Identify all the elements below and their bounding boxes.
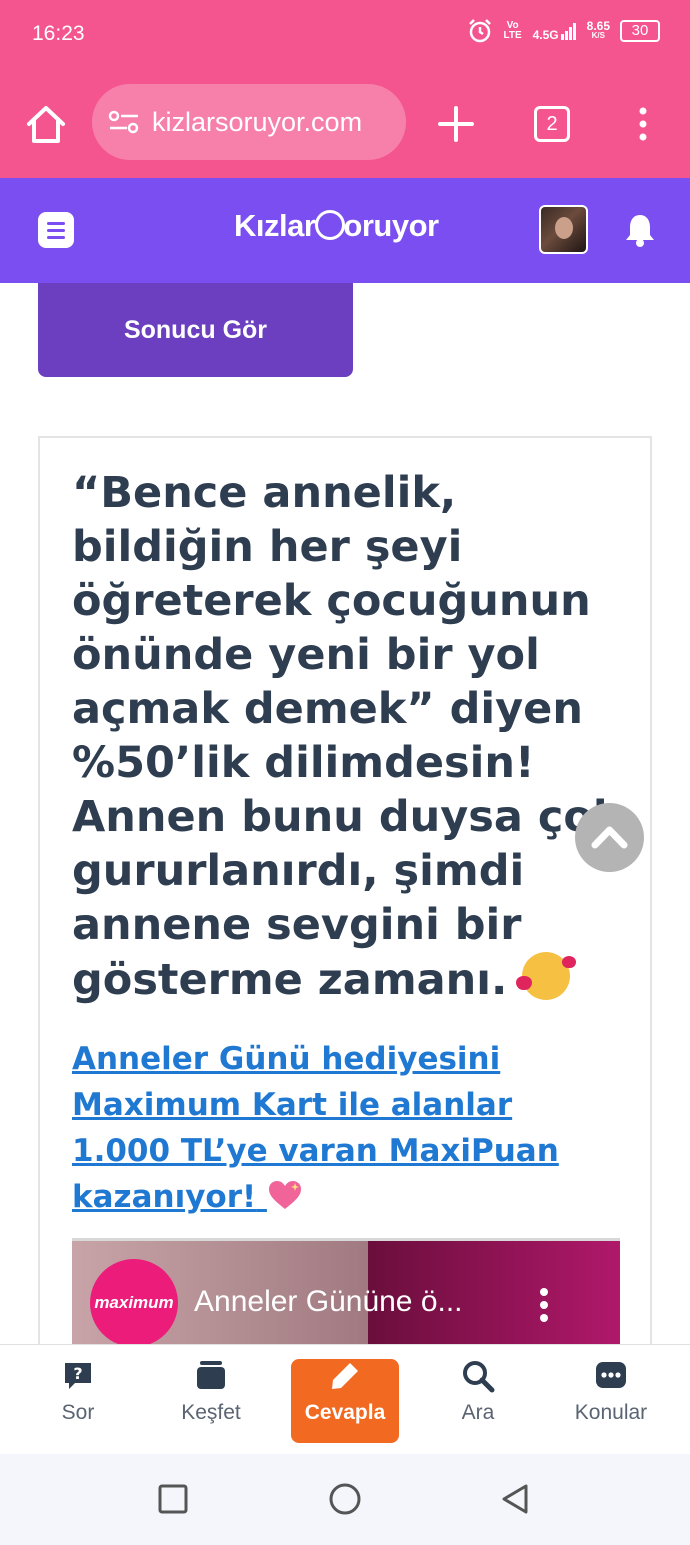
bottom-nav: ? Sor Keşfet Cevapla Ara Konular — [0, 1344, 690, 1454]
home-circle-icon[interactable] — [328, 1482, 362, 1516]
status-icons: Vo LTE 4.5G 8.65 K/S 30 — [467, 18, 660, 44]
browser-toolbar: kizlarsoruyor.com 2 — [0, 70, 690, 178]
channel-logo[interactable]: maximum — [90, 1259, 178, 1347]
system-navigation-bar — [0, 1454, 690, 1545]
result-quote: “Bence annelik, bildiğin her şeyi öğrete… — [72, 468, 622, 1005]
promo-link[interactable]: Anneler Günü hediyesini Maximum Kart ile… — [72, 1036, 612, 1220]
nav-item-kesfet[interactable]: Keşfet — [151, 1359, 271, 1443]
cards-icon — [197, 1361, 225, 1389]
site-settings-icon[interactable] — [108, 109, 140, 135]
signal-icon — [560, 23, 576, 40]
nav-item-cevapla[interactable]: Cevapla — [291, 1359, 399, 1443]
question-bubble-icon: ? — [65, 1363, 91, 1389]
speed-indicator: 8.65 K/S — [586, 19, 610, 40]
sparkling-heart-icon — [268, 1181, 301, 1209]
result-card: “Bence annelik, bildiğin her şeyi öğrete… — [38, 436, 652, 1396]
smiling-face-hearts-icon — [516, 952, 577, 1000]
logo-ring-icon — [315, 210, 346, 240]
alarm-icon — [468, 19, 491, 43]
nav-item-sor[interactable]: ? Sor — [18, 1359, 138, 1443]
scroll-top-button[interactable] — [575, 803, 644, 872]
bell-icon[interactable] — [624, 212, 656, 248]
chevron-up-icon — [591, 826, 628, 849]
url-text: kizlarsoruyor.com — [152, 106, 363, 137]
tab-switcher-button[interactable]: 2 — [534, 106, 570, 142]
nav-item-ara[interactable]: Ara — [418, 1359, 538, 1443]
search-icon — [463, 1361, 495, 1393]
site-header: Kızlar oruyor — [0, 178, 690, 283]
pencil-icon — [332, 1363, 358, 1389]
back-icon[interactable] — [498, 1482, 532, 1516]
svg-text:?: ? — [73, 1364, 82, 1383]
battery-indicator: 30 — [620, 20, 660, 42]
volte-indicator: Vo LTE — [503, 20, 522, 41]
site-logo[interactable]: Kızlar oruyor — [234, 208, 439, 244]
avatar[interactable] — [539, 205, 588, 254]
more-vert-icon[interactable] — [630, 106, 656, 142]
status-time: 16:23 — [32, 22, 85, 45]
network-indicator: 4.5G — [533, 22, 577, 41]
recents-icon[interactable] — [156, 1482, 190, 1516]
nav-item-konular[interactable]: Konular — [551, 1359, 671, 1443]
chat-dots-icon — [596, 1362, 626, 1388]
menu-icon[interactable] — [38, 212, 74, 248]
status-bar: 16:23 Vo LTE 4.5G 8.65 K/S 30 — [0, 0, 690, 70]
more-vert-icon[interactable] — [538, 1287, 550, 1323]
new-tab-icon[interactable] — [436, 100, 476, 148]
see-result-button[interactable]: Sonucu Gör — [38, 283, 353, 377]
address-bar[interactable]: kizlarsoruyor.com — [92, 84, 406, 160]
video-title[interactable]: Anneler Gününe ö... — [194, 1285, 463, 1319]
home-icon[interactable] — [24, 102, 68, 146]
